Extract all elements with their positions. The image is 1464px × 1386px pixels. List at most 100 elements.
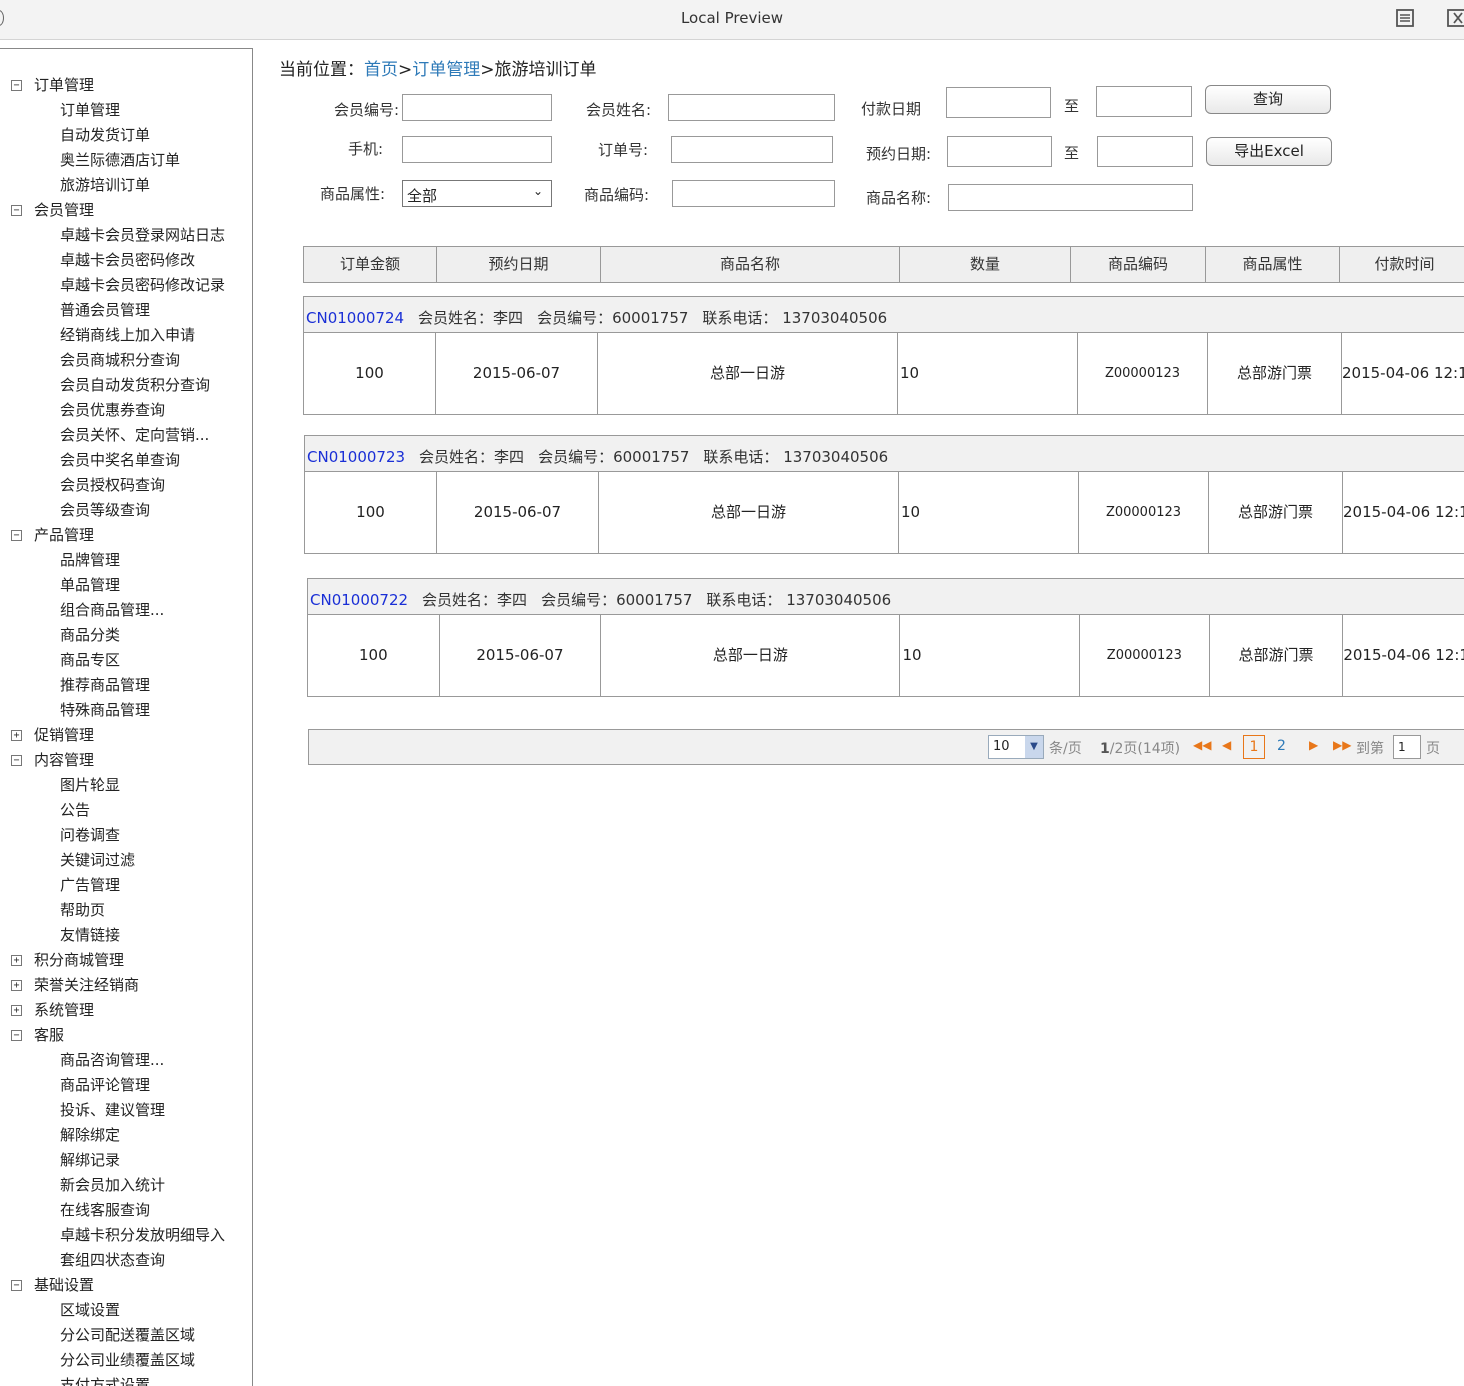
nav-item[interactable]: 卓越卡会员密码修改记录 <box>0 273 252 298</box>
expand-icon[interactable]: + <box>11 730 22 741</box>
nav-item[interactable]: 卓越卡会员密码修改 <box>0 248 252 273</box>
breadcrumb-section-link[interactable]: 订单管理 <box>412 60 480 80</box>
member-no-input[interactable] <box>402 94 552 121</box>
breadcrumb-home-link[interactable]: 首页 <box>364 60 398 80</box>
nav-item[interactable]: 商品咨询管理... <box>0 1048 252 1073</box>
nav-item[interactable]: 商品专区 <box>0 648 252 673</box>
nav-group[interactable]: + 系统管理 <box>0 998 252 1023</box>
nav-item[interactable]: 解除绑定 <box>0 1123 252 1148</box>
column-header[interactable]: 商品编码 <box>1071 247 1206 282</box>
nav-item[interactable]: 问卷调查 <box>0 823 252 848</box>
prev-page-icon[interactable]: ◀ <box>1222 738 1231 752</box>
collapse-icon[interactable]: − <box>11 530 22 541</box>
page-2-link[interactable]: 2 <box>1277 738 1286 754</box>
reader-mode-icon[interactable] <box>1395 8 1415 28</box>
nav-item[interactable]: 在线客服查询 <box>0 1198 252 1223</box>
nav-item[interactable]: 经销商线上加入申请 <box>0 323 252 348</box>
nav-item[interactable]: 品牌管理 <box>0 548 252 573</box>
nav-item[interactable]: 自动发货订单 <box>0 123 252 148</box>
product-code-input[interactable] <box>672 180 835 207</box>
member-name-input[interactable] <box>668 94 835 121</box>
nav-item[interactable]: 套组四状态查询 <box>0 1248 252 1273</box>
nav-item[interactable]: 区域设置 <box>0 1298 252 1323</box>
nav-item[interactable]: 图片轮显 <box>0 773 252 798</box>
collapse-icon[interactable]: − <box>11 205 22 216</box>
column-header[interactable]: 付款时间 <box>1340 247 1464 282</box>
nav-item[interactable]: 商品评论管理 <box>0 1073 252 1098</box>
goto-page-input[interactable]: 1 <box>1393 735 1421 759</box>
nav-item[interactable]: 分公司业绩覆盖区域 <box>0 1348 252 1373</box>
nav-item[interactable]: 推荐商品管理 <box>0 673 252 698</box>
nav-group[interactable]: − 订单管理 <box>0 73 252 98</box>
export-excel-button[interactable]: 导出Excel <box>1206 137 1332 166</box>
nav-group[interactable]: − 客服 <box>0 1023 252 1048</box>
nav-group[interactable]: + 积分商城管理 <box>0 948 252 973</box>
expand-icon[interactable]: + <box>11 1005 22 1016</box>
nav-item[interactable]: 特殊商品管理 <box>0 698 252 723</box>
nav-item[interactable]: 会员自动发货积分查询 <box>0 373 252 398</box>
nav-item[interactable]: 卓越卡积分发放明细导入 <box>0 1223 252 1248</box>
nav-group[interactable]: + 促销管理 <box>0 723 252 748</box>
nav-item[interactable]: 奥兰际德酒店订单 <box>0 148 252 173</box>
pay-date-end-input[interactable] <box>1096 86 1192 117</box>
page-size-select[interactable]: 10 ▼ <box>988 735 1044 759</box>
close-icon[interactable] <box>1446 8 1464 28</box>
breadcrumb-separator: > <box>480 60 495 80</box>
nav-item[interactable]: 会员商城积分查询 <box>0 348 252 373</box>
nav-item[interactable]: 广告管理 <box>0 873 252 898</box>
next-page-icon[interactable]: ▶ <box>1309 738 1318 752</box>
nav-group[interactable]: − 产品管理 <box>0 523 252 548</box>
expand-icon[interactable]: + <box>11 955 22 966</box>
nav-item[interactable]: 商品分类 <box>0 623 252 648</box>
nav-item[interactable]: 会员关怀、定向营销... <box>0 423 252 448</box>
nav-group[interactable]: − 会员管理 <box>0 198 252 223</box>
nav-group[interactable]: − 内容管理 <box>0 748 252 773</box>
nav-item[interactable]: 关键词过滤 <box>0 848 252 873</box>
nav-item[interactable]: 组合商品管理... <box>0 598 252 623</box>
order-id-link[interactable]: CN01000722 <box>310 591 408 609</box>
booking-date-end-input[interactable] <box>1097 136 1193 167</box>
nav-item[interactable]: 会员授权码查询 <box>0 473 252 498</box>
pay-date-to-label: 至 <box>1063 97 1079 115</box>
last-page-icon[interactable]: ▶▶ <box>1333 738 1351 752</box>
first-page-icon[interactable]: ◀◀ <box>1193 738 1211 752</box>
column-header[interactable]: 商品属性 <box>1206 247 1340 282</box>
column-header[interactable]: 订单金额 <box>304 247 437 282</box>
mobile-input[interactable] <box>402 136 552 163</box>
column-header[interactable]: 数量 <box>900 247 1071 282</box>
collapse-icon[interactable]: − <box>11 80 22 91</box>
order-no-input[interactable] <box>671 136 833 163</box>
expand-icon[interactable]: + <box>11 980 22 991</box>
nav-item[interactable]: 会员优惠券查询 <box>0 398 252 423</box>
pay-date-start-input[interactable] <box>946 87 1051 118</box>
collapse-icon[interactable]: − <box>11 755 22 766</box>
nav-item[interactable]: 公告 <box>0 798 252 823</box>
order-id-link[interactable]: CN01000723 <box>307 448 405 466</box>
nav-item[interactable]: 会员中奖名单查询 <box>0 448 252 473</box>
nav-item[interactable]: 分公司配送覆盖区域 <box>0 1323 252 1348</box>
current-page-button[interactable]: 1 <box>1243 735 1265 759</box>
booking-date-start-input[interactable] <box>947 136 1052 167</box>
product-attr-select[interactable]: 全部 ⌄ <box>402 180 552 207</box>
product-name-input[interactable] <box>948 184 1193 211</box>
nav-group[interactable]: + 荣誉关注经销商 <box>0 973 252 998</box>
query-button[interactable]: 查询 <box>1205 85 1331 114</box>
nav-item[interactable]: 帮助页 <box>0 898 252 923</box>
column-header[interactable]: 商品名称 <box>601 247 900 282</box>
nav-item[interactable]: 会员等级查询 <box>0 498 252 523</box>
nav-group[interactable]: − 基础设置 <box>0 1273 252 1298</box>
nav-item[interactable]: 普通会员管理 <box>0 298 252 323</box>
nav-item[interactable]: 新会员加入统计 <box>0 1173 252 1198</box>
nav-item[interactable]: 解绑记录 <box>0 1148 252 1173</box>
nav-item[interactable]: 旅游培训订单 <box>0 173 252 198</box>
column-header[interactable]: 预约日期 <box>437 247 601 282</box>
collapse-icon[interactable]: − <box>11 1280 22 1291</box>
nav-item[interactable]: 卓越卡会员登录网站日志 <box>0 223 252 248</box>
nav-item[interactable]: 订单管理 <box>0 98 252 123</box>
collapse-icon[interactable]: − <box>11 1030 22 1041</box>
nav-item[interactable]: 投诉、建议管理 <box>0 1098 252 1123</box>
order-id-link[interactable]: CN01000724 <box>306 309 404 327</box>
nav-item[interactable]: 单品管理 <box>0 573 252 598</box>
nav-item[interactable]: 支付方式设置 <box>0 1373 252 1386</box>
nav-item[interactable]: 友情链接 <box>0 923 252 948</box>
